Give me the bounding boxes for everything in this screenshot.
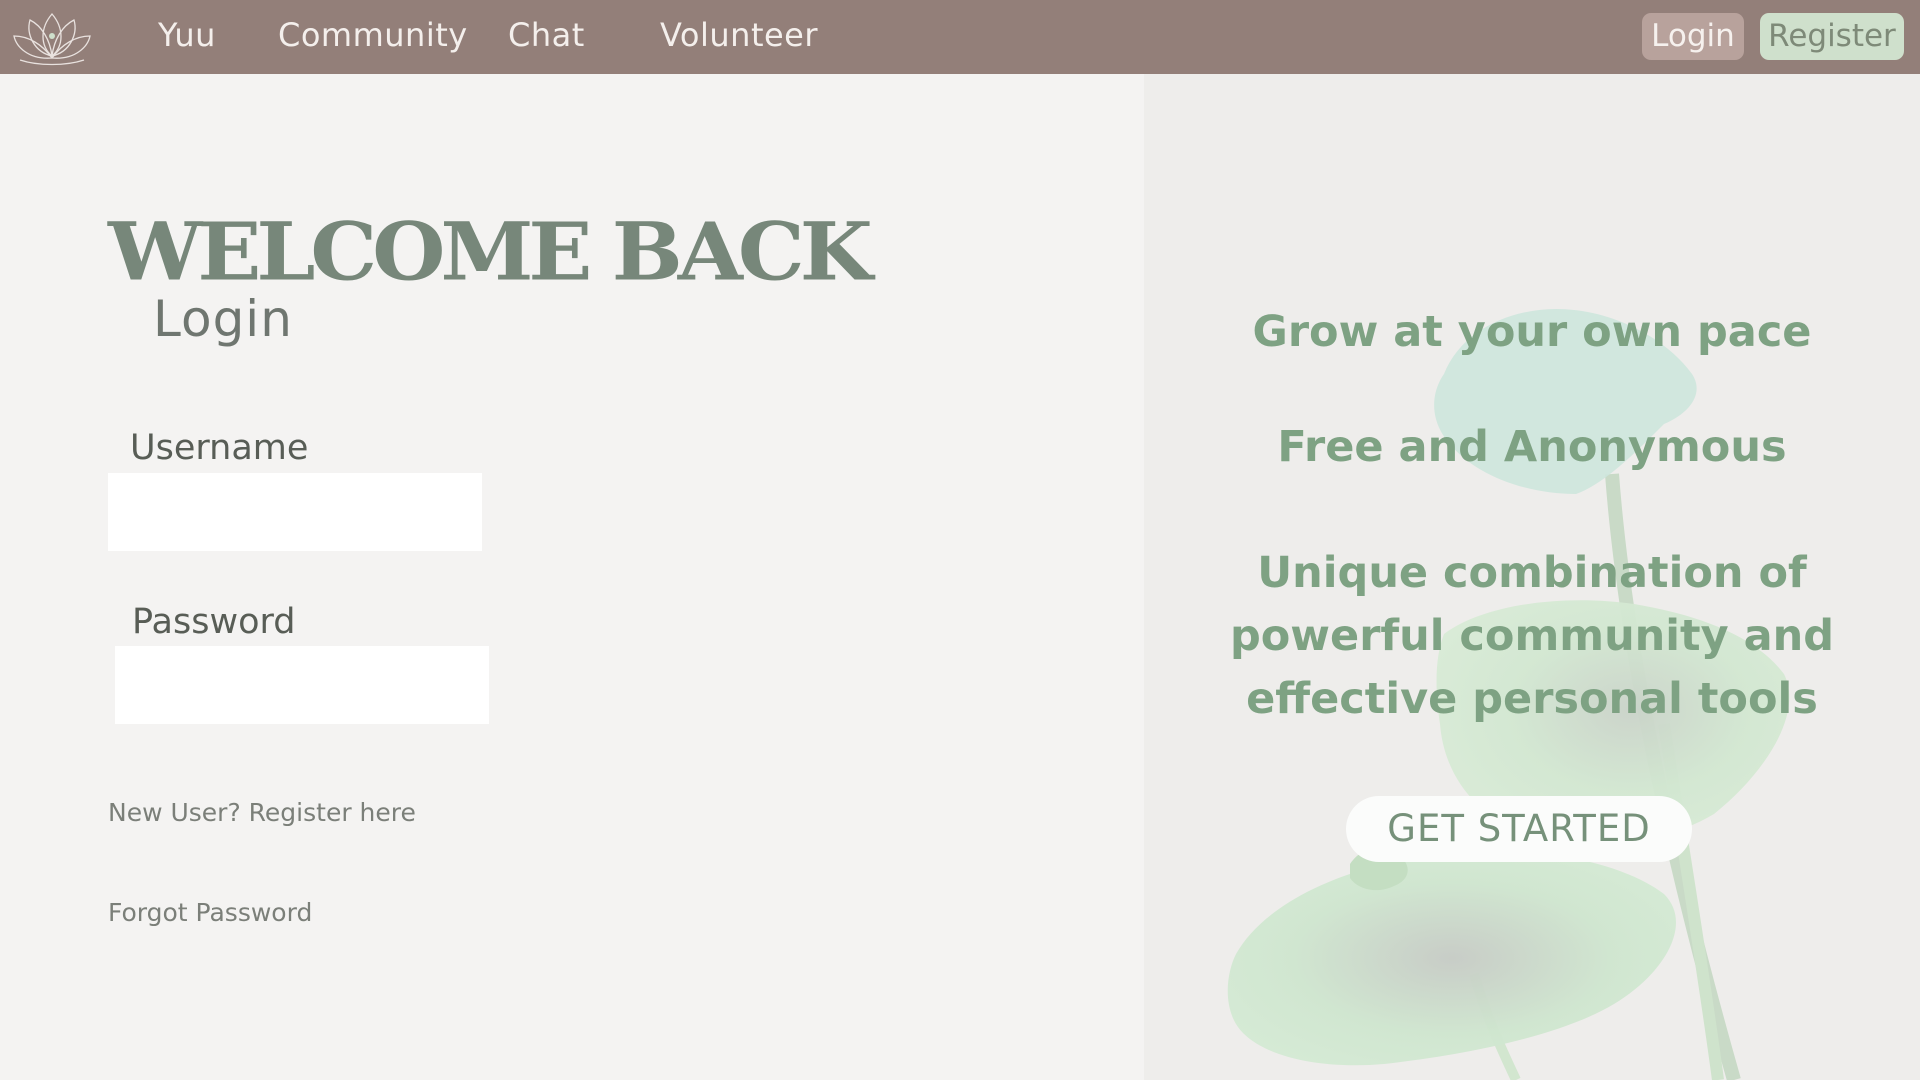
nav-link-yuu[interactable]: Yuu xyxy=(158,16,216,54)
password-label: Password xyxy=(132,602,296,642)
username-input[interactable] xyxy=(108,473,482,551)
get-started-button[interactable]: GET STARTED xyxy=(1346,796,1692,862)
tagline-free: Free and Anonymous xyxy=(1277,422,1787,472)
tagline-grow: Grow at your own pace xyxy=(1252,307,1812,357)
tagline-unique-line3: effective personal tools xyxy=(1246,674,1818,724)
password-input[interactable] xyxy=(115,646,489,724)
promo-panel: Grow at your own pace Free and Anonymous… xyxy=(1144,74,1920,1080)
register-here-link[interactable]: New User? Register here xyxy=(108,798,416,827)
lotus-icon[interactable] xyxy=(10,6,94,68)
nav-link-community[interactable]: Community xyxy=(278,16,468,54)
forgot-password-link[interactable]: Forgot Password xyxy=(108,898,312,927)
tagline-unique-line1: Unique combination of xyxy=(1257,548,1807,598)
top-navigation-bar: Yuu Community Chat Volunteer Login Regis… xyxy=(0,0,1920,74)
login-button[interactable]: Login xyxy=(1642,13,1744,60)
welcome-heading: WELCOME BACK xyxy=(108,204,873,299)
username-label: Username xyxy=(130,428,309,468)
nav-link-chat[interactable]: Chat xyxy=(508,16,585,54)
login-subheading: Login xyxy=(153,290,293,348)
tagline-unique-line2: powerful community and xyxy=(1229,611,1834,661)
register-button[interactable]: Register xyxy=(1760,13,1904,60)
nav-link-volunteer[interactable]: Volunteer xyxy=(660,16,818,54)
